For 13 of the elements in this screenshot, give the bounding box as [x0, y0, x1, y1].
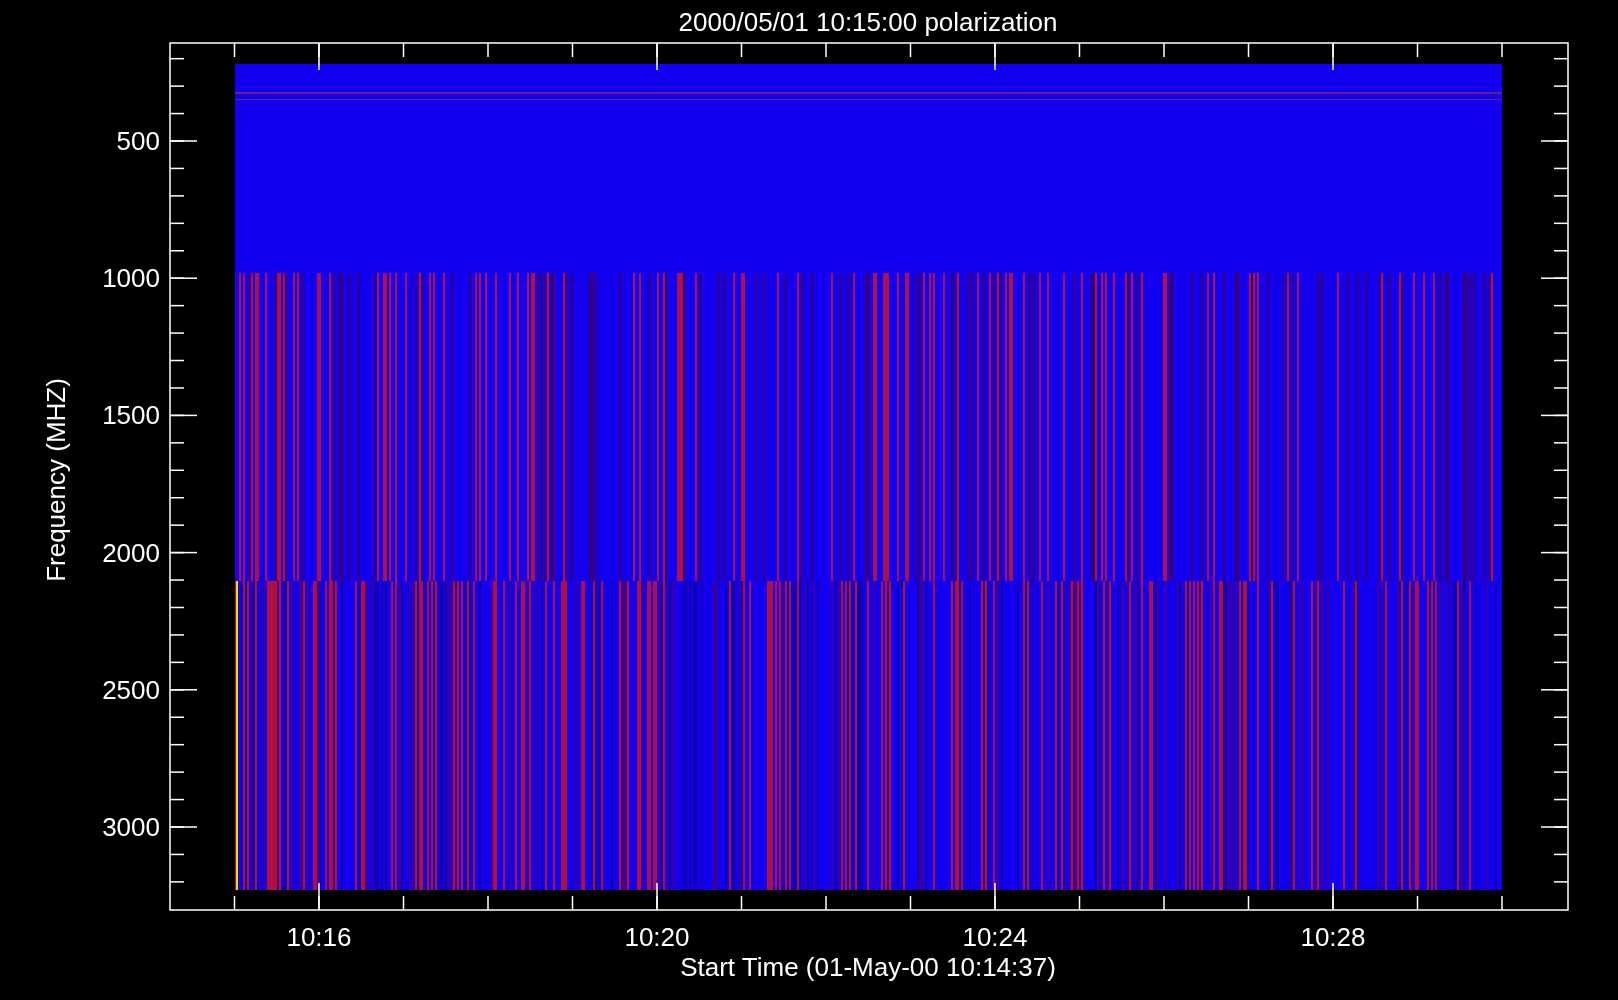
x-tick-label: 10:16	[286, 922, 352, 952]
x-axis-title: Start Time (01-May-00 10:14:37)	[680, 952, 1056, 982]
chart-title: 2000/05/01 10:15:00 polarization	[678, 7, 1058, 37]
y-tick-label: 3000	[102, 812, 160, 842]
y-tick-label: 500	[116, 126, 160, 156]
y-tick-label: 2000	[102, 537, 160, 568]
y-tick-label: 2500	[102, 674, 160, 705]
x-tick-label: 10:24	[962, 922, 1028, 952]
y-tick-label: 1500	[102, 400, 160, 431]
y-axis-title: Frequency (MHZ)	[41, 378, 71, 582]
x-tick-label: 10:28	[1300, 922, 1366, 952]
y-tick-label: 1000	[102, 263, 160, 294]
x-tick-label: 10:20	[624, 922, 690, 952]
